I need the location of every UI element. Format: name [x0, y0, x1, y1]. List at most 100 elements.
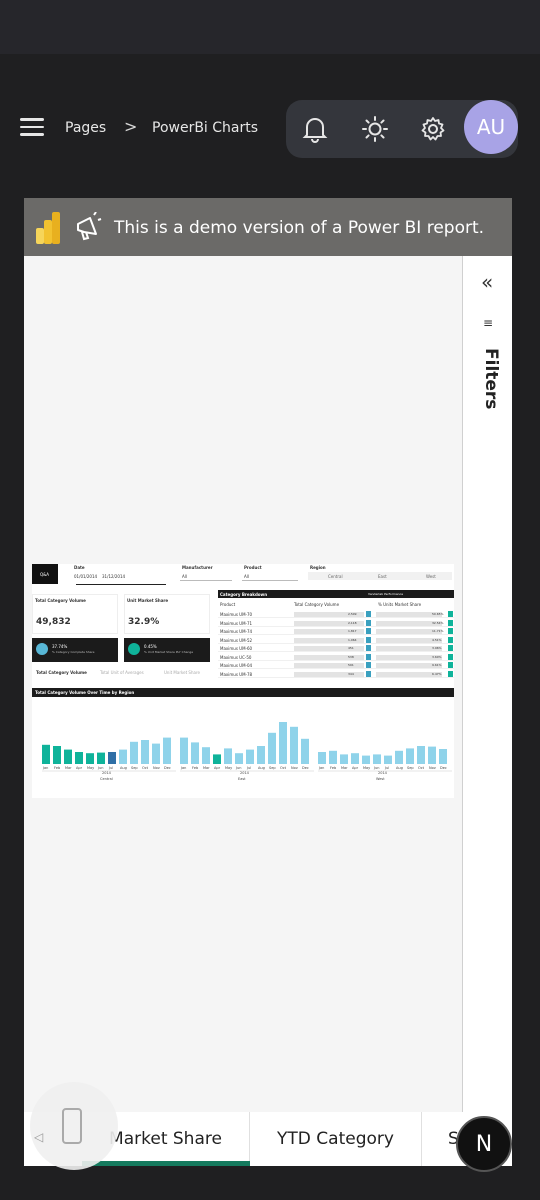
product-cell: Maximus UM-78	[220, 671, 253, 677]
chart-bar[interactable]	[373, 754, 381, 764]
performance-indicator	[448, 645, 453, 651]
chart-bar[interactable]	[318, 752, 326, 764]
top-bar: Pages > PowerBi Charts AU	[0, 98, 540, 162]
month-tick-label: Nov	[153, 766, 160, 770]
chart-bar[interactable]	[235, 753, 243, 764]
table-row[interactable]: Maximus UM-60 451 3.96%	[218, 644, 454, 652]
chart-bar[interactable]	[97, 752, 105, 764]
chart-bar[interactable]	[108, 752, 116, 764]
performance-indicator	[448, 619, 453, 626]
chart-bar[interactable]	[428, 746, 436, 764]
month-tick-label: Mar	[341, 766, 348, 770]
chart-bar[interactable]	[42, 744, 50, 764]
region-label: Region	[310, 565, 326, 570]
product-dropdown[interactable]: All	[242, 573, 298, 581]
month-tick-label: Sep	[269, 766, 276, 770]
chart-bar[interactable]	[384, 755, 392, 764]
chart-bar[interactable]	[329, 750, 337, 764]
collapse-filters-icon[interactable]: «	[481, 270, 493, 294]
manufacturer-dropdown[interactable]: All	[180, 573, 232, 581]
month-tick-label: Jun	[97, 766, 103, 770]
month-tick-label: Apr	[76, 766, 83, 770]
chart-bar[interactable]	[279, 722, 287, 764]
month-tick-label: Mar	[203, 766, 210, 770]
chart-bar[interactable]	[191, 742, 199, 764]
floating-widget-button[interactable]: ◁	[30, 1082, 118, 1170]
chart-bar[interactable]	[152, 743, 160, 764]
filters-pane: « ≡ Filters	[462, 256, 512, 1112]
chart-bar[interactable]	[119, 749, 127, 764]
table-row[interactable]: Maximus UC-50 538 3.60%	[218, 653, 454, 661]
chart-bar[interactable]	[417, 746, 425, 764]
chart-bar[interactable]	[268, 732, 276, 764]
chart-bar[interactable]	[439, 749, 447, 764]
chart-bar[interactable]	[75, 752, 83, 764]
month-tick-label: Feb	[330, 766, 337, 770]
breadcrumb-pages[interactable]: Pages	[65, 120, 106, 136]
chart-bar[interactable]	[395, 750, 403, 764]
gear-icon[interactable]	[416, 112, 450, 146]
volume-cell: 2,509	[348, 612, 357, 616]
table-row[interactable]: Maximus UM-71 2,118 32.54%	[218, 619, 454, 627]
chart-bar[interactable]	[163, 737, 171, 764]
chart-bar[interactable]	[406, 748, 414, 764]
chart-bar[interactable]	[362, 755, 370, 764]
chart-bar[interactable]	[64, 749, 72, 764]
tab-ytd-category[interactable]: YTD Category	[250, 1112, 422, 1166]
share-cell: 4.51%	[432, 637, 442, 642]
avatar[interactable]: AU	[464, 100, 518, 154]
region-east[interactable]: East	[378, 574, 387, 579]
volume-cell: 1,064	[348, 637, 357, 642]
month-tick-label: Jun	[373, 766, 379, 770]
filters-title[interactable]: Filters	[481, 348, 501, 409]
chart-bar[interactable]	[213, 754, 221, 764]
product-cell: Maximus UC-50	[220, 654, 252, 660]
month-tick-label: Jan	[318, 766, 324, 770]
date-range-slider[interactable]	[76, 584, 166, 585]
col-share[interactable]: % Units Market Share	[378, 602, 421, 607]
chart-bar[interactable]	[141, 740, 149, 764]
performance-indicator	[448, 653, 453, 660]
chart-bar[interactable]	[340, 754, 348, 764]
chart-bar[interactable]	[86, 753, 94, 764]
year-label: 2014	[240, 771, 250, 775]
region-west[interactable]: West	[426, 574, 436, 579]
bell-icon[interactable]	[298, 112, 332, 146]
date-to[interactable]: 31/12/2014	[102, 574, 125, 579]
hamburger-menu-icon[interactable]	[20, 118, 44, 138]
table-row[interactable]: Maximus UM-70 2,509 50.65%	[218, 610, 454, 618]
performance-indicator	[366, 670, 371, 677]
product-cell: Maximus UM-71	[220, 620, 253, 626]
performance-indicator	[366, 662, 371, 668]
kpi-share-value: 32.9%	[128, 617, 160, 627]
table-row[interactable]: Maximus UM-04 591 9.61%	[218, 661, 454, 669]
month-tick-label: Aug	[258, 766, 265, 770]
sun-icon[interactable]	[358, 112, 392, 146]
chart-bar[interactable]	[53, 746, 61, 764]
chart-bar[interactable]	[180, 737, 188, 764]
table-row[interactable]: Maximus UM-78 344 6.47%	[218, 670, 454, 678]
chart-bar[interactable]	[290, 726, 298, 764]
table-row[interactable]: Maximus UM-52 1,064 4.51%	[218, 636, 454, 644]
breakdown-header: Category Breakdown Vanderlab Performance	[218, 590, 454, 598]
month-tick-label: Jan	[180, 766, 186, 770]
col-volume[interactable]: Total Category Volume	[294, 602, 339, 607]
subtab-share[interactable]: Unit Market Share	[164, 670, 200, 675]
region-central[interactable]: Central	[328, 574, 343, 579]
chart-bar[interactable]	[257, 746, 265, 764]
subtab-volume[interactable]: Total Category Volume	[36, 670, 87, 675]
chart-bar[interactable]	[351, 753, 359, 764]
qa-button[interactable]: Q&A	[32, 564, 58, 584]
chart-bar[interactable]	[301, 738, 309, 764]
table-row[interactable]: Maximus UM-74 1,817 11.71%	[218, 627, 454, 635]
subtab-averages[interactable]: Total Unit of Averages	[100, 670, 144, 675]
breadcrumb-current: PowerBi Charts	[152, 120, 259, 136]
report-frame: This is a demo version of a Power BI rep…	[24, 198, 512, 1166]
kpi-growth2: 0.45% % Unit Market Share PLY Change	[124, 638, 210, 662]
chart-bar[interactable]	[224, 748, 232, 764]
n-assistant-button[interactable]: N	[456, 1116, 512, 1172]
chart-bar[interactable]	[202, 747, 210, 764]
chart-bar[interactable]	[130, 741, 138, 764]
chart-bar[interactable]	[246, 749, 254, 764]
date-from[interactable]: 01/01/2014	[74, 574, 97, 579]
